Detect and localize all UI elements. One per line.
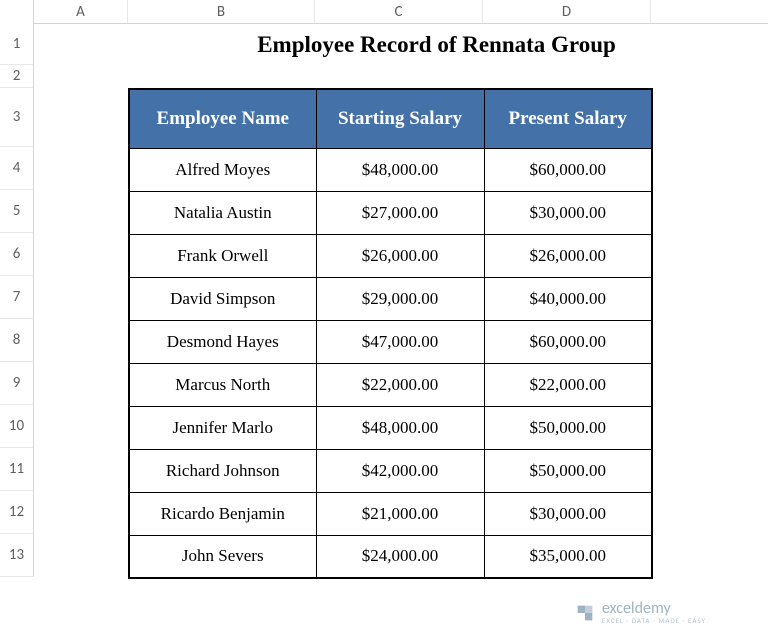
column-headers-row: A B C D [0, 0, 768, 24]
cell-name[interactable]: Ricardo Benjamin [129, 492, 316, 535]
cell-present[interactable]: $50,000.00 [484, 449, 652, 492]
cell-name[interactable]: Natalia Austin [129, 191, 316, 234]
cell-present[interactable]: $40,000.00 [484, 277, 652, 320]
table-row: Marcus North$22,000.00$22,000.00 [129, 363, 652, 406]
table-row: Jennifer Marlo$48,000.00$50,000.00 [129, 406, 652, 449]
row-header-7[interactable]: 7 [0, 276, 34, 319]
table-row: John Severs$24,000.00$35,000.00 [129, 535, 652, 578]
header-starting-salary[interactable]: Starting Salary [316, 89, 484, 148]
spacer-row[interactable] [34, 65, 768, 88]
page-title[interactable]: Employee Record of Rennata Group [128, 24, 745, 65]
table-row: Frank Orwell$26,000.00$26,000.00 [129, 234, 652, 277]
table-header-row: Employee Name Starting Salary Present Sa… [129, 89, 652, 148]
row-header-3[interactable]: 3 [0, 88, 34, 147]
table-row: Richard Johnson$42,000.00$50,000.00 [129, 449, 652, 492]
row-header-8[interactable]: 8 [0, 319, 34, 362]
cell-starting[interactable]: $47,000.00 [316, 320, 484, 363]
cell-starting[interactable]: $48,000.00 [316, 406, 484, 449]
cell-name[interactable]: Desmond Hayes [129, 320, 316, 363]
row-header-12[interactable]: 12 [0, 491, 34, 534]
header-present-salary[interactable]: Present Salary [484, 89, 652, 148]
cell-present[interactable]: $50,000.00 [484, 406, 652, 449]
table-row: Ricardo Benjamin$21,000.00$30,000.00 [129, 492, 652, 535]
cell-starting[interactable]: $24,000.00 [316, 535, 484, 578]
table-row: Alfred Moyes$48,000.00$60,000.00 [129, 148, 652, 191]
cell-starting[interactable]: $21,000.00 [316, 492, 484, 535]
row-headers-column: 1 2 3 4 5 6 7 8 9 10 11 12 13 [0, 24, 34, 577]
col-header-B[interactable]: B [128, 0, 315, 23]
cell-present[interactable]: $60,000.00 [484, 320, 652, 363]
row-header-5[interactable]: 5 [0, 190, 34, 233]
cell-starting[interactable]: $26,000.00 [316, 234, 484, 277]
cell-present[interactable]: $35,000.00 [484, 535, 652, 578]
table-row: David Simpson$29,000.00$40,000.00 [129, 277, 652, 320]
cell-name[interactable]: Alfred Moyes [129, 148, 316, 191]
watermark-text: exceldemy EXCEL · DATA · MADE · EASY [602, 601, 706, 624]
exceldemy-logo-icon [574, 602, 596, 624]
select-all-corner[interactable] [0, 0, 34, 24]
row-header-1[interactable]: 1 [0, 24, 34, 65]
col-header-A[interactable]: A [34, 0, 128, 23]
row-header-9[interactable]: 9 [0, 362, 34, 405]
cell-starting[interactable]: $29,000.00 [316, 277, 484, 320]
table-row: Desmond Hayes$47,000.00$60,000.00 [129, 320, 652, 363]
cell-starting[interactable]: $27,000.00 [316, 191, 484, 234]
col-header-D[interactable]: D [483, 0, 651, 23]
row-header-4[interactable]: 4 [0, 147, 34, 190]
row-header-6[interactable]: 6 [0, 233, 34, 276]
cell-name[interactable]: John Severs [129, 535, 316, 578]
row-header-2[interactable]: 2 [0, 65, 34, 88]
cell-name[interactable]: Richard Johnson [129, 449, 316, 492]
cell-name[interactable]: David Simpson [129, 277, 316, 320]
row-header-13[interactable]: 13 [0, 534, 34, 577]
watermark-brand: exceldemy [602, 601, 706, 617]
cell-starting[interactable]: $42,000.00 [316, 449, 484, 492]
employee-table: Employee Name Starting Salary Present Sa… [128, 88, 653, 579]
cell-present[interactable]: $60,000.00 [484, 148, 652, 191]
watermark-tagline: EXCEL · DATA · MADE · EASY [602, 617, 706, 624]
col-header-C[interactable]: C [315, 0, 483, 23]
cell-starting[interactable]: $48,000.00 [316, 148, 484, 191]
row-header-11[interactable]: 11 [0, 448, 34, 491]
row-header-10[interactable]: 10 [0, 405, 34, 448]
cell-present[interactable]: $30,000.00 [484, 492, 652, 535]
cell-present[interactable]: $26,000.00 [484, 234, 652, 277]
cell-starting[interactable]: $22,000.00 [316, 363, 484, 406]
watermark: exceldemy EXCEL · DATA · MADE · EASY [574, 601, 706, 624]
spreadsheet-grid[interactable]: Employee Record of Rennata Group Employe… [34, 24, 768, 579]
cell-name[interactable]: Frank Orwell [129, 234, 316, 277]
cell-name[interactable]: Marcus North [129, 363, 316, 406]
header-employee-name[interactable]: Employee Name [129, 89, 316, 148]
table-row: Natalia Austin$27,000.00$30,000.00 [129, 191, 652, 234]
cell-name[interactable]: Jennifer Marlo [129, 406, 316, 449]
cell-present[interactable]: $30,000.00 [484, 191, 652, 234]
cell-present[interactable]: $22,000.00 [484, 363, 652, 406]
